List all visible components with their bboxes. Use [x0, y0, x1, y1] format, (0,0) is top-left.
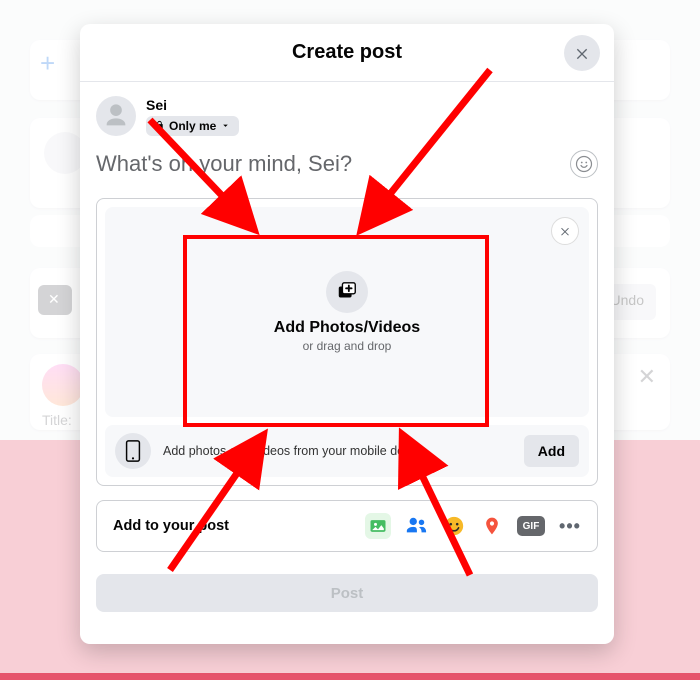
add-photo-icon [326, 271, 368, 313]
upload-title: Add Photos/Videos [274, 319, 420, 337]
tag-people-button[interactable] [403, 513, 429, 539]
close-button[interactable] [564, 35, 600, 71]
lock-icon [154, 120, 165, 131]
author-name: Sei [146, 97, 239, 113]
caret-down-icon [220, 120, 231, 131]
feeling-button[interactable] [441, 513, 467, 539]
emoji-button[interactable] [570, 150, 598, 178]
author-row: Sei Only me [96, 96, 598, 136]
post-text-input[interactable]: What's on your mind, Sei? [96, 151, 352, 177]
avatar [96, 96, 136, 136]
close-icon [574, 45, 590, 61]
check-in-button[interactable] [479, 513, 505, 539]
audience-selector[interactable]: Only me [146, 116, 239, 136]
close-upload-button[interactable] [551, 217, 579, 245]
more-button[interactable]: ••• [557, 513, 583, 539]
add-to-post-label: Add to your post [113, 518, 229, 534]
modal-header: Create post [80, 24, 614, 82]
phone-icon [115, 433, 151, 469]
location-icon [482, 515, 502, 537]
mobile-upload-text: Add photos and videos from your mobile d… [163, 444, 512, 458]
add-to-post-row: Add to your post GIF ••• [96, 500, 598, 552]
photo-video-button[interactable] [365, 513, 391, 539]
post-button[interactable]: Post [96, 574, 598, 612]
upload-subtitle: or drag and drop [303, 339, 392, 353]
smile-icon [575, 155, 593, 173]
feeling-icon [443, 515, 465, 537]
audience-label: Only me [169, 119, 216, 133]
modal-title: Create post [292, 41, 402, 64]
mobile-upload-row: Add photos and videos from your mobile d… [105, 425, 589, 477]
person-icon [405, 515, 427, 537]
photo-icon [368, 516, 388, 536]
gif-button[interactable]: GIF [517, 516, 545, 536]
mobile-add-button[interactable]: Add [524, 435, 579, 467]
ellipsis-icon: ••• [559, 516, 581, 537]
create-post-modal: Create post Sei Only me What's on your m… [80, 24, 614, 644]
close-icon [559, 225, 571, 237]
photo-drop-zone[interactable]: Add Photos/Videos or drag and drop [105, 207, 589, 417]
upload-panel: Add Photos/Videos or drag and drop Add p… [96, 198, 598, 486]
